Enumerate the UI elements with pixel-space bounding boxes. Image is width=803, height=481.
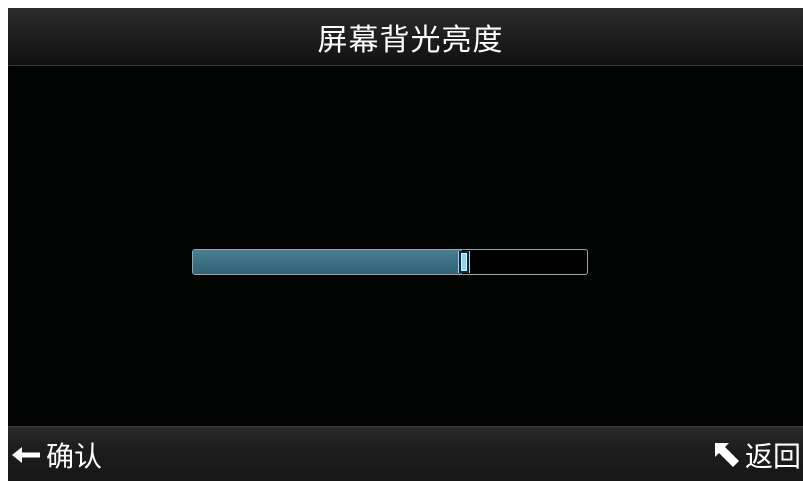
- title-bar: 屏幕背光亮度: [8, 8, 803, 66]
- page-title: 屏幕背光亮度: [317, 22, 504, 58]
- brightness-slider-fill: [193, 250, 463, 274]
- enter-arrow-icon: [12, 445, 42, 465]
- content-area: [8, 66, 803, 426]
- slider-thumb-grip: [461, 253, 468, 271]
- back-button[interactable]: 返回: [713, 427, 801, 481]
- back-label: 返回: [744, 439, 801, 473]
- back-arrow-icon: [713, 441, 741, 469]
- softkey-bar: 确认 返回: [8, 426, 803, 481]
- confirm-button[interactable]: 确认: [12, 427, 102, 481]
- brightness-slider-thumb[interactable]: [458, 251, 471, 273]
- confirm-label: 确认: [46, 439, 103, 473]
- brightness-slider[interactable]: [192, 249, 588, 275]
- device-screen: 屏幕背光亮度 确认 返回: [8, 8, 803, 481]
